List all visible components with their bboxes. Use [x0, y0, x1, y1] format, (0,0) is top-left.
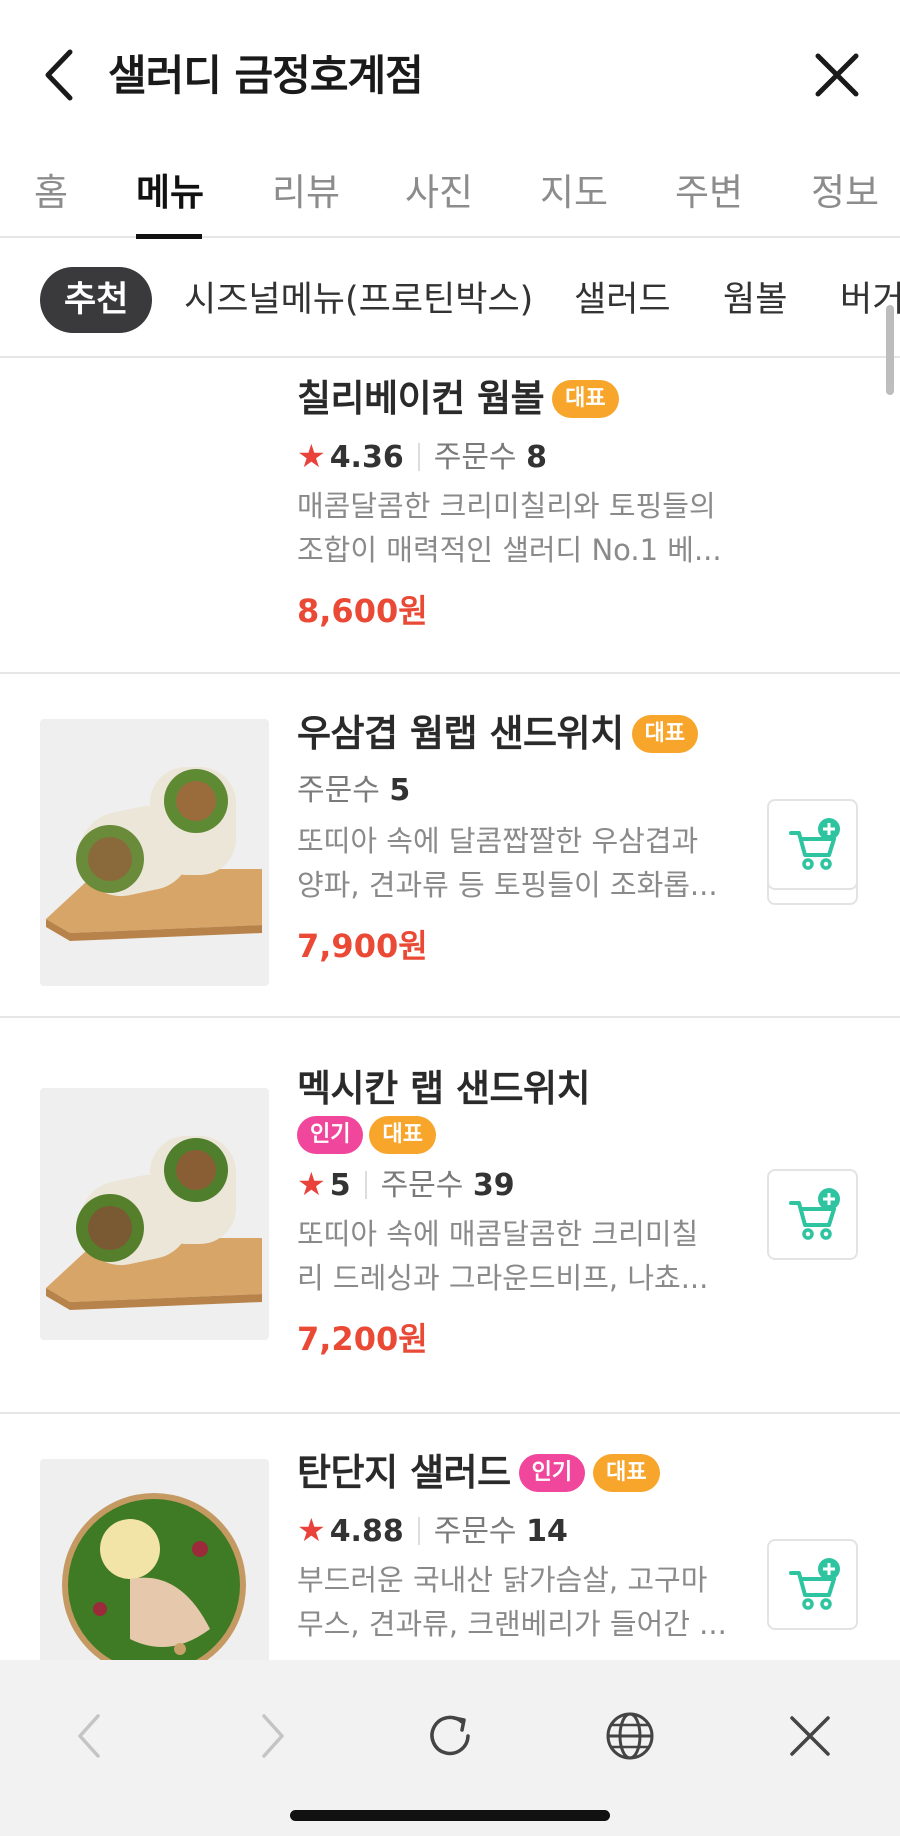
menu-stats: 주문수 5	[297, 771, 737, 811]
tab-info[interactable]: 정보	[811, 162, 879, 216]
order-count: 5	[389, 773, 411, 808]
add-to-cart-button[interactable]	[767, 1169, 858, 1260]
description-line: 부드러운 국내산 닭가슴살, 고구마	[297, 1563, 708, 1597]
close-icon	[815, 53, 859, 97]
menu-item[interactable]: 우삼겹 웜랩 샌드위치 대표 주문수 5 또띠아 속에 달콤짭짤한 우삼겹과 양파…	[0, 674, 900, 1018]
close-icon	[790, 1716, 830, 1756]
chip-recommended[interactable]: 추천	[40, 267, 153, 333]
menu-name: 탄단지 샐러드	[297, 1451, 511, 1494]
divider	[364, 1171, 367, 1199]
order-count: 39	[472, 1168, 515, 1203]
menu-thumbnail	[40, 1459, 269, 1660]
header: 샐러디 금정호계점	[0, 0, 900, 148]
main-tabs: 홈 메뉴 리뷰 사진 지도 주변 정보	[0, 148, 900, 239]
tab-review[interactable]: 리뷰	[272, 162, 340, 216]
chevron-left-icon	[45, 49, 73, 101]
divider	[417, 1517, 420, 1545]
order-count: 14	[526, 1514, 568, 1549]
cart-add-icon	[789, 818, 840, 870]
order-count: 8	[526, 440, 547, 475]
star-icon: ★	[297, 1511, 326, 1549]
cart-add-icon	[789, 1188, 840, 1240]
close-button[interactable]	[810, 48, 864, 102]
menu-name: 칠리베이컨 웜볼	[297, 377, 545, 420]
badge-representative: 대표	[552, 380, 619, 418]
category-chips[interactable]: 추천 시즈널메뉴(프로틴박스) 샐러드 웜볼 버거	[0, 240, 900, 358]
description-line: 무스, 견과류, 크랜베리가 들어간 ...	[297, 1607, 727, 1641]
badges: 인기 대표	[289, 1116, 737, 1154]
tab-menu[interactable]: 메뉴	[136, 162, 204, 216]
menu-info: 탄단지 샐러드 인기 대표 ★ 4.88 주문수 14 부드러운 국내산 닭가슴살, 고…	[297, 1442, 737, 1646]
order-label: 주문수	[433, 1514, 517, 1549]
menu-info: 우삼겹 웜랩 샌드위치 대표 주문수 5 또띠아 속에 달콤짭짤한 우삼겹과 양파…	[297, 703, 737, 967]
menu-stats: ★ 5 주문수 39	[297, 1164, 737, 1204]
menu-price: 7,900원	[297, 927, 428, 965]
description-line: 매콤달콤한 크리미칠리와 토핑들의	[297, 489, 716, 523]
menu-stats: ★ 4.36 주문수 8	[297, 436, 737, 476]
description-line: 리 드레싱과 그라운드비프, 나쵸...	[297, 1261, 709, 1295]
menu-item[interactable]: 탄단지 샐러드 인기 대표 ★ 4.88 주문수 14 부드러운 국내산 닭가슴살, 고…	[0, 1414, 900, 1660]
menu-info: 칠리베이컨 웜볼 대표 ★ 4.36 주문수 8 매콤달콤한 크리미칠리와 토핑들의 …	[297, 368, 737, 632]
chip-salad[interactable]: 샐러드	[574, 267, 671, 333]
badge-representative: 대표	[593, 1454, 660, 1492]
chip-seasonal[interactable]: 시즈널메뉴(프로틴박스)	[184, 267, 533, 333]
reload-button[interactable]	[420, 1706, 480, 1766]
menu-item[interactable]: 칠리베이컨 웜볼 대표 ★ 4.36 주문수 8 매콤달콤한 크리미칠리와 토핑들의 …	[0, 360, 900, 986]
rating-value: 4.36	[329, 440, 404, 475]
badge-popular: 인기	[518, 1454, 586, 1492]
description-line: 또띠아 속에 매콤달콤한 크리미칠	[297, 1217, 699, 1251]
home-indicator	[290, 1810, 610, 1821]
back-button[interactable]	[36, 46, 84, 104]
menu-price: 7,200원	[297, 1320, 428, 1358]
menu-list: 칠리베이컨 웜볼 대표 ★ 4.36 주문수 8 매콤달콤한 크리미칠리와 토핑들의 …	[0, 360, 900, 1660]
browser-forward-button[interactable]	[242, 1706, 302, 1766]
browser-close-button[interactable]	[780, 1706, 840, 1766]
cart-add-icon	[789, 1558, 840, 1610]
chevron-right-icon	[262, 1714, 284, 1758]
star-icon: ★	[297, 437, 326, 475]
page-title: 샐러디 금정호계점	[108, 51, 424, 100]
rating-value: 5	[329, 1168, 351, 1203]
description-line: 양파, 견과류 등 토핑들이 조화롭...	[297, 868, 718, 902]
divider	[417, 443, 420, 471]
menu-info: 멕시칸 랩 샌드위치 인기 대표 ★ 5 주문수 39 또띠아 속에 매콤달콤한 크리…	[297, 1058, 737, 1360]
tab-photo[interactable]: 사진	[405, 162, 473, 216]
menu-item[interactable]: 멕시칸 랩 샌드위치 인기 대표 ★ 5 주문수 39 또띠아 속에 매콤달콤한 크리…	[0, 1018, 900, 1414]
globe-button[interactable]	[600, 1706, 660, 1766]
order-label: 주문수	[380, 1168, 464, 1203]
badge-representative: 대표	[369, 1116, 436, 1154]
description-line: 또띠아 속에 달콤짭짤한 우삼겹과	[297, 824, 699, 858]
active-tab-indicator	[136, 234, 202, 239]
badge-representative: 대표	[631, 715, 699, 753]
tab-map[interactable]: 지도	[540, 162, 608, 216]
chip-warmbowl[interactable]: 웜볼	[723, 267, 787, 333]
menu-thumbnail	[40, 719, 269, 971]
rating-value: 4.88	[329, 1514, 404, 1549]
star-icon: ★	[297, 1165, 326, 1203]
menu-thumbnail	[40, 1088, 269, 1340]
order-label: 주문수	[297, 773, 380, 808]
menu-description: 부드러운 국내산 닭가슴살, 고구마 무스, 견과류, 크랜베리가 들어간 ..…	[297, 1558, 737, 1646]
globe-icon	[606, 1712, 654, 1760]
browser-back-button[interactable]	[60, 1706, 120, 1766]
menu-description: 또띠아 속에 매콤달콤한 크리미칠 리 드레싱과 그라운드비프, 나쵸...	[297, 1212, 737, 1300]
menu-price: 8,600원	[297, 592, 428, 630]
menu-description: 매콤달콤한 크리미칠리와 토핑들의 조합이 매력적인 샐러디 No.1 베...	[297, 484, 737, 572]
chevron-left-icon	[78, 1714, 100, 1758]
menu-description: 또띠아 속에 달콤짭짤한 우삼겹과 양파, 견과류 등 토핑들이 조화롭...	[297, 819, 737, 907]
description-line: 조합이 매력적인 샐러디 No.1 베...	[297, 533, 722, 567]
tab-nearby[interactable]: 주변	[675, 162, 743, 216]
add-to-cart-button[interactable]	[767, 1539, 858, 1630]
order-label: 주문수	[433, 440, 517, 475]
menu-name: 멕시칸 랩 샌드위치	[297, 1067, 591, 1110]
badge-popular: 인기	[297, 1116, 364, 1154]
reload-icon	[430, 1715, 470, 1756]
tab-home[interactable]: 홈	[34, 162, 68, 216]
browser-toolbar	[0, 1660, 900, 1836]
menu-name: 우삼겹 웜랩 샌드위치	[297, 712, 624, 755]
menu-stats: ★ 4.88 주문수 14	[297, 1510, 737, 1550]
add-to-cart-button[interactable]	[767, 799, 858, 890]
